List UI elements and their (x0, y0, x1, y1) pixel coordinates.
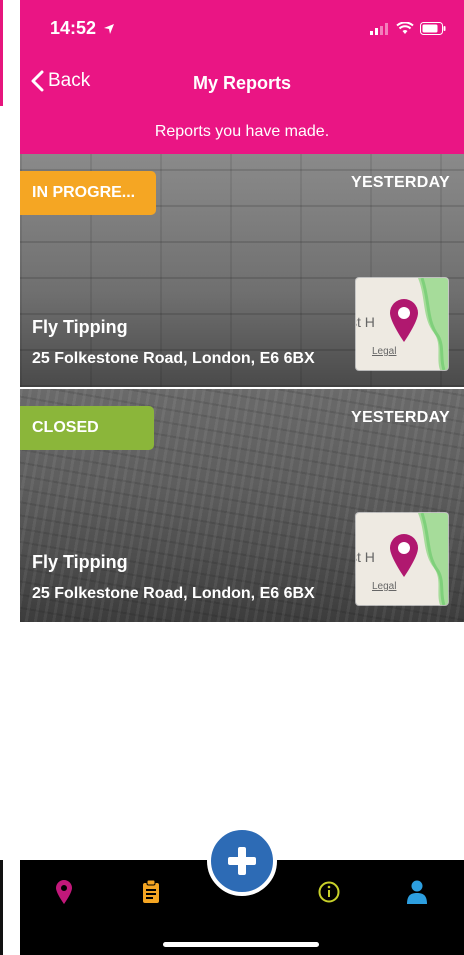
map-legal-link[interactable]: Legal (372, 581, 396, 592)
report-card[interactable]: CLOSED YESTERDAY Fly Tipping 25 Folkesto… (20, 389, 464, 622)
status-icons (370, 22, 446, 35)
map-thumbnail[interactable]: st H Legal (356, 278, 448, 370)
wifi-icon (396, 22, 414, 34)
report-address: 25 Folkestone Road, London, E6 6BX (32, 585, 315, 602)
status-badge: IN PROGRE... (20, 171, 156, 215)
report-title: Fly Tipping (32, 552, 128, 572)
status-bar: 14:52 (20, 0, 464, 58)
map-pin-icon (390, 299, 418, 342)
plus-icon (228, 847, 256, 875)
user-icon (407, 880, 427, 904)
signal-icon (370, 22, 388, 35)
info-icon (318, 881, 340, 903)
map-pin-icon (390, 534, 418, 577)
edge-mark-top (0, 0, 3, 106)
map-place-text: st H (356, 314, 375, 330)
report-date: YESTERDAY (350, 174, 450, 191)
status-time: 14:52 (50, 18, 115, 39)
report-title: Fly Tipping (32, 317, 128, 337)
map-place-text: st H (356, 549, 375, 565)
tab-info[interactable] (315, 878, 343, 906)
add-report-button[interactable] (207, 826, 277, 896)
map-pin-icon (56, 880, 72, 904)
map-thumbnail[interactable]: st H Legal (356, 513, 448, 605)
tab-reports[interactable] (137, 878, 165, 906)
page-subtitle: Reports you have made. (20, 110, 464, 154)
map-legal-link[interactable]: Legal (372, 346, 396, 357)
home-indicator[interactable] (163, 942, 319, 947)
edge-mark-bottom (0, 860, 3, 955)
report-card[interactable]: IN PROGRE... YESTERDAY Fly Tipping 25 Fo… (20, 154, 464, 387)
status-badge: CLOSED (20, 406, 154, 450)
location-arrow-icon (104, 24, 115, 35)
battery-icon (420, 22, 446, 35)
page-title: My Reports (192, 73, 291, 93)
clipboard-icon (143, 880, 159, 903)
tab-profile[interactable] (403, 878, 431, 906)
app-screen: 14:52 Back My Reports Reports you have m… (20, 0, 464, 955)
tab-map[interactable] (50, 878, 78, 906)
report-date: YESTERDAY (350, 409, 450, 426)
nav-bar: Back My Reports (20, 58, 464, 111)
report-address: 25 Folkestone Road, London, E6 6BX (32, 350, 315, 367)
